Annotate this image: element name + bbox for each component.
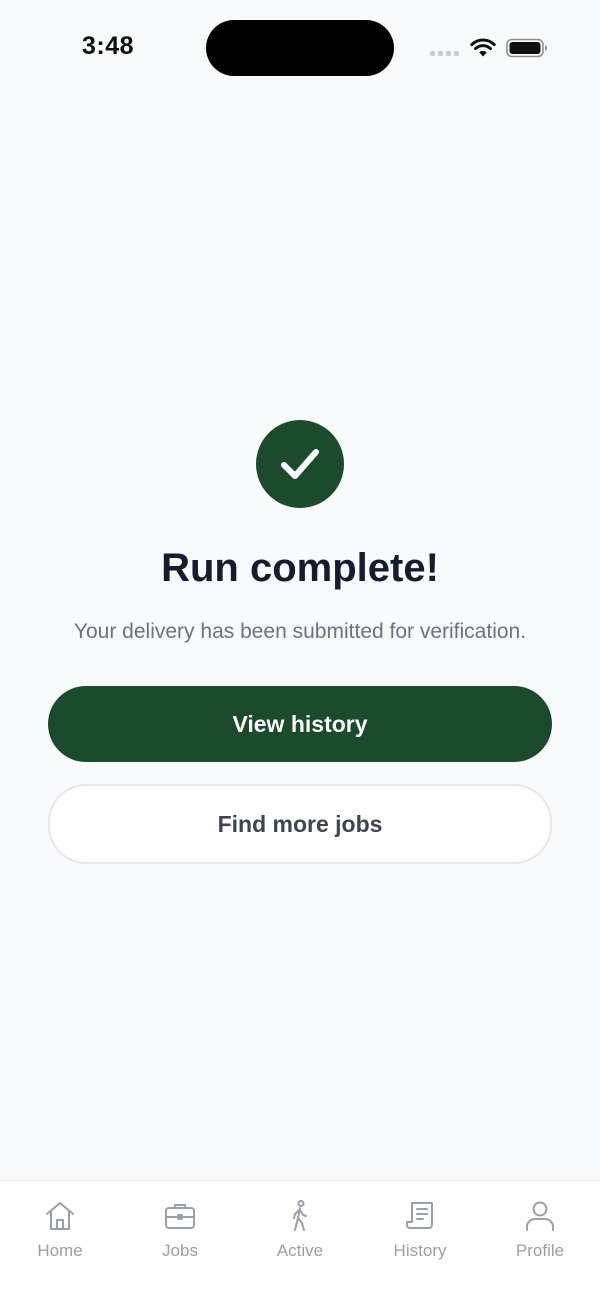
tab-history[interactable]: History — [360, 1181, 480, 1304]
status-time: 3:48 — [82, 32, 135, 60]
receipt-icon — [406, 1202, 433, 1229]
cellular-signal-icon — [430, 51, 459, 56]
walking-icon — [293, 1200, 307, 1231]
tab-jobs-label: Jobs — [162, 1241, 198, 1260]
success-title: Run complete! — [161, 546, 439, 590]
user-icon — [526, 1201, 554, 1231]
dynamic-island — [206, 20, 394, 76]
check-icon — [281, 449, 319, 479]
find-more-jobs-button[interactable]: Find more jobs — [48, 784, 552, 864]
battery-icon — [506, 38, 547, 58]
tab-profile-label: Profile — [515, 1241, 565, 1260]
tab-home[interactable]: Home — [0, 1181, 120, 1304]
status-bar: 3:48 — [0, 0, 600, 100]
home-icon — [46, 1202, 74, 1230]
success-badge — [256, 420, 344, 508]
success-message: Your delivery has been submitted for ver… — [73, 620, 527, 643]
tab-home-label: Home — [37, 1241, 83, 1260]
tab-jobs[interactable]: Jobs — [120, 1181, 240, 1304]
tab-history-label: History — [393, 1241, 447, 1260]
tab-active[interactable]: Active — [240, 1181, 360, 1304]
briefcase-icon — [165, 1204, 195, 1229]
tab-profile[interactable]: Profile — [480, 1181, 600, 1304]
tab-active-label: Active — [276, 1241, 324, 1260]
bottom-tab-bar: Home Jobs Active History Profile — [0, 1180, 600, 1304]
wifi-icon — [470, 38, 496, 57]
view-history-button[interactable]: View history — [48, 686, 552, 762]
